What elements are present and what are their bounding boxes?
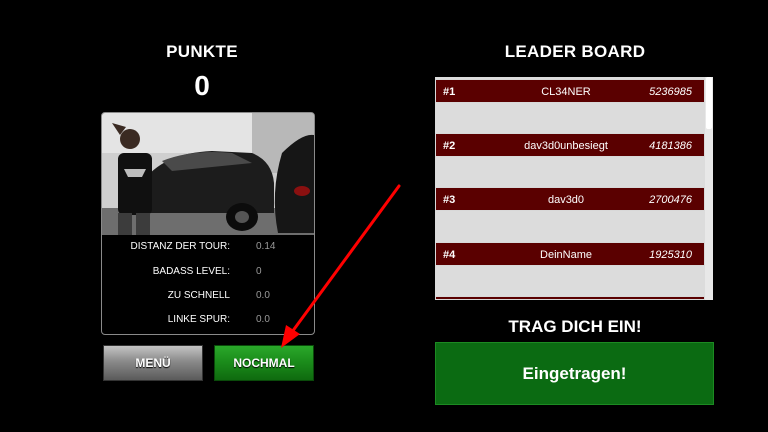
rank: #3	[443, 194, 456, 206]
player-score: 1925310	[649, 249, 692, 261]
signup-title: TRAG DICH EIN!	[508, 317, 642, 336]
stat-row-too-fast: ZU SCHNELL 0.0	[102, 286, 314, 306]
stat-value: 0.0	[256, 290, 270, 301]
leaderboard-title: LEADER BOARD	[504, 42, 646, 61]
player-score: 2700476	[649, 194, 692, 206]
leaderboard-row: #2 dav3d0unbesiegt 4181386	[435, 133, 705, 157]
stat-value: 0	[256, 266, 262, 277]
leaderboard-row: #1 CL34NER 5236985	[435, 79, 705, 103]
player-score: 4181386	[649, 140, 692, 152]
stat-row-left-lane: LINKE SPUR: 0.0	[102, 310, 314, 330]
player-name: DeinName	[540, 249, 592, 261]
leaderboard-row: #3 dav3d0 2700476	[435, 187, 705, 211]
player-score: 5236985	[649, 86, 692, 98]
stat-row-badass-level: BADASS LEVEL: 0	[102, 262, 314, 282]
rank: #1	[443, 86, 456, 98]
rank: #2	[443, 140, 456, 152]
stat-label: LINKE SPUR:	[167, 314, 230, 325]
leaderboard-row-partial	[435, 296, 705, 300]
leaderboard-row: #4 DeinName 1925310	[435, 242, 705, 266]
signup-button[interactable]: Eingetragen!	[435, 342, 714, 405]
points-value: 0	[194, 70, 210, 101]
play-again-button[interactable]: NOCHMAL	[214, 345, 314, 381]
menu-button[interactable]: MENÜ	[103, 345, 203, 381]
stat-label: ZU SCHNELL	[167, 290, 230, 301]
stat-value: 0.0	[256, 314, 270, 325]
stat-row-distance: DISTANZ DER TOUR: 0.14	[102, 237, 314, 257]
rank: #4	[443, 249, 456, 261]
stats-panel: DISTANZ DER TOUR: 0.14 BADASS LEVEL: 0 Z…	[102, 235, 314, 334]
stat-label: BADASS LEVEL:	[152, 266, 230, 277]
points-title: PUNKTE	[166, 42, 238, 61]
player-name: dav3d0unbesiegt	[524, 140, 608, 152]
stat-label: DISTANZ DER TOUR:	[130, 241, 230, 252]
stat-value: 0.14	[256, 241, 276, 252]
leaderboard-list[interactable]: #1 CL34NER 5236985 #2 dav3d0unbesiegt 41…	[435, 77, 713, 300]
player-name: CL34NER	[541, 86, 591, 98]
player-name: dav3d0	[547, 194, 585, 206]
result-card: DISTANZ DER TOUR: 0.14 BADASS LEVEL: 0 Z…	[101, 112, 315, 335]
crash-photo	[102, 113, 314, 235]
scrollbar-thumb[interactable]	[706, 77, 712, 129]
